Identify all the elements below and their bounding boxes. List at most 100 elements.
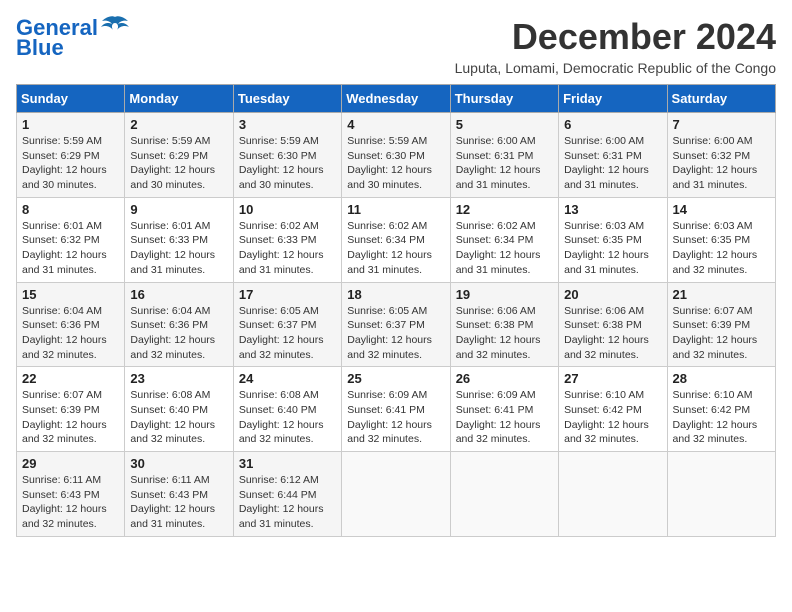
daylight-label: Daylight: 12 hours and 32 minutes. [456,334,541,361]
main-title: December 2024 [455,16,776,58]
day-number: 7 [673,117,770,132]
sunset-label: Sunset: 6:29 PM [22,150,100,162]
sunset-label: Sunset: 6:41 PM [347,404,425,416]
calendar-day-cell: 28 Sunrise: 6:10 AM Sunset: 6:42 PM Dayl… [667,367,775,452]
daylight-label: Daylight: 12 hours and 31 minutes. [130,249,215,276]
day-number: 22 [22,371,119,386]
daylight-label: Daylight: 12 hours and 32 minutes. [239,419,324,446]
day-number: 12 [456,202,553,217]
sunset-label: Sunset: 6:38 PM [456,319,534,331]
day-info: Sunrise: 6:03 AM Sunset: 6:35 PM Dayligh… [564,219,661,278]
calendar-day-cell: 3 Sunrise: 5:59 AM Sunset: 6:30 PM Dayli… [233,113,341,198]
page-header: General Blue December 2024 Luputa, Lomam… [16,16,776,76]
sunset-label: Sunset: 6:34 PM [347,234,425,246]
day-info: Sunrise: 6:08 AM Sunset: 6:40 PM Dayligh… [130,388,227,447]
day-info: Sunrise: 6:09 AM Sunset: 6:41 PM Dayligh… [347,388,444,447]
calendar-day-cell: 29 Sunrise: 6:11 AM Sunset: 6:43 PM Dayl… [17,452,125,537]
sunrise-label: Sunrise: 5:59 AM [130,135,210,147]
day-info: Sunrise: 5:59 AM Sunset: 6:30 PM Dayligh… [239,134,336,193]
daylight-label: Daylight: 12 hours and 31 minutes. [22,249,107,276]
calendar-day-cell [450,452,558,537]
sunset-label: Sunset: 6:30 PM [239,150,317,162]
daylight-label: Daylight: 12 hours and 30 minutes. [239,164,324,191]
sunset-label: Sunset: 6:42 PM [673,404,751,416]
day-info: Sunrise: 6:03 AM Sunset: 6:35 PM Dayligh… [673,219,770,278]
day-number: 15 [22,287,119,302]
day-info: Sunrise: 6:05 AM Sunset: 6:37 PM Dayligh… [239,304,336,363]
weekday-header: Tuesday [233,85,341,113]
sunrise-label: Sunrise: 6:07 AM [22,389,102,401]
calendar-day-cell [667,452,775,537]
daylight-label: Daylight: 12 hours and 32 minutes. [22,503,107,530]
day-number: 5 [456,117,553,132]
sunrise-label: Sunrise: 6:02 AM [347,220,427,232]
day-number: 21 [673,287,770,302]
sunrise-label: Sunrise: 6:01 AM [130,220,210,232]
sunrise-label: Sunrise: 6:11 AM [22,474,101,486]
day-number: 10 [239,202,336,217]
day-info: Sunrise: 6:11 AM Sunset: 6:43 PM Dayligh… [130,473,227,532]
calendar-week-row: 22 Sunrise: 6:07 AM Sunset: 6:39 PM Dayl… [17,367,776,452]
day-info: Sunrise: 5:59 AM Sunset: 6:30 PM Dayligh… [347,134,444,193]
sunrise-label: Sunrise: 6:10 AM [564,389,644,401]
sunrise-label: Sunrise: 6:02 AM [456,220,536,232]
calendar-day-cell: 15 Sunrise: 6:04 AM Sunset: 6:36 PM Dayl… [17,282,125,367]
daylight-label: Daylight: 12 hours and 30 minutes. [347,164,432,191]
day-info: Sunrise: 5:59 AM Sunset: 6:29 PM Dayligh… [130,134,227,193]
sunrise-label: Sunrise: 6:01 AM [22,220,102,232]
day-info: Sunrise: 6:06 AM Sunset: 6:38 PM Dayligh… [564,304,661,363]
daylight-label: Daylight: 12 hours and 31 minutes. [130,503,215,530]
daylight-label: Daylight: 12 hours and 32 minutes. [673,334,758,361]
daylight-label: Daylight: 12 hours and 32 minutes. [130,334,215,361]
sunrise-label: Sunrise: 6:03 AM [564,220,644,232]
day-info: Sunrise: 6:11 AM Sunset: 6:43 PM Dayligh… [22,473,119,532]
day-info: Sunrise: 6:12 AM Sunset: 6:44 PM Dayligh… [239,473,336,532]
calendar-day-cell: 17 Sunrise: 6:05 AM Sunset: 6:37 PM Dayl… [233,282,341,367]
day-info: Sunrise: 6:00 AM Sunset: 6:31 PM Dayligh… [564,134,661,193]
daylight-label: Daylight: 12 hours and 32 minutes. [22,419,107,446]
subtitle: Luputa, Lomami, Democratic Republic of t… [455,60,776,76]
calendar-day-cell: 6 Sunrise: 6:00 AM Sunset: 6:31 PM Dayli… [559,113,667,198]
daylight-label: Daylight: 12 hours and 31 minutes. [564,249,649,276]
day-info: Sunrise: 5:59 AM Sunset: 6:29 PM Dayligh… [22,134,119,193]
logo-text-blue: Blue [16,36,64,60]
day-info: Sunrise: 6:10 AM Sunset: 6:42 PM Dayligh… [564,388,661,447]
calendar-header-row: SundayMondayTuesdayWednesdayThursdayFrid… [17,85,776,113]
sunrise-label: Sunrise: 6:08 AM [239,389,319,401]
sunset-label: Sunset: 6:39 PM [22,404,100,416]
weekday-header: Sunday [17,85,125,113]
calendar-day-cell: 14 Sunrise: 6:03 AM Sunset: 6:35 PM Dayl… [667,197,775,282]
calendar-table: SundayMondayTuesdayWednesdayThursdayFrid… [16,84,776,537]
calendar-day-cell: 31 Sunrise: 6:12 AM Sunset: 6:44 PM Dayl… [233,452,341,537]
sunrise-label: Sunrise: 6:12 AM [239,474,319,486]
day-info: Sunrise: 6:02 AM Sunset: 6:34 PM Dayligh… [456,219,553,278]
daylight-label: Daylight: 12 hours and 31 minutes. [239,249,324,276]
sunset-label: Sunset: 6:35 PM [564,234,642,246]
calendar-day-cell: 21 Sunrise: 6:07 AM Sunset: 6:39 PM Dayl… [667,282,775,367]
calendar-day-cell: 18 Sunrise: 6:05 AM Sunset: 6:37 PM Dayl… [342,282,450,367]
day-number: 18 [347,287,444,302]
day-info: Sunrise: 6:07 AM Sunset: 6:39 PM Dayligh… [673,304,770,363]
daylight-label: Daylight: 12 hours and 32 minutes. [564,419,649,446]
day-number: 16 [130,287,227,302]
title-block: December 2024 Luputa, Lomami, Democratic… [455,16,776,76]
sunrise-label: Sunrise: 6:07 AM [673,305,753,317]
daylight-label: Daylight: 12 hours and 32 minutes. [22,334,107,361]
sunset-label: Sunset: 6:40 PM [239,404,317,416]
sunrise-label: Sunrise: 6:08 AM [130,389,210,401]
daylight-label: Daylight: 12 hours and 31 minutes. [347,249,432,276]
calendar-day-cell: 25 Sunrise: 6:09 AM Sunset: 6:41 PM Dayl… [342,367,450,452]
sunset-label: Sunset: 6:43 PM [22,489,100,501]
calendar-day-cell: 4 Sunrise: 5:59 AM Sunset: 6:30 PM Dayli… [342,113,450,198]
calendar-week-row: 29 Sunrise: 6:11 AM Sunset: 6:43 PM Dayl… [17,452,776,537]
day-number: 28 [673,371,770,386]
sunset-label: Sunset: 6:33 PM [130,234,208,246]
calendar-week-row: 1 Sunrise: 5:59 AM Sunset: 6:29 PM Dayli… [17,113,776,198]
sunset-label: Sunset: 6:38 PM [564,319,642,331]
calendar-day-cell: 22 Sunrise: 6:07 AM Sunset: 6:39 PM Dayl… [17,367,125,452]
day-info: Sunrise: 6:00 AM Sunset: 6:32 PM Dayligh… [673,134,770,193]
sunset-label: Sunset: 6:36 PM [22,319,100,331]
calendar-day-cell: 30 Sunrise: 6:11 AM Sunset: 6:43 PM Dayl… [125,452,233,537]
day-number: 8 [22,202,119,217]
day-number: 4 [347,117,444,132]
